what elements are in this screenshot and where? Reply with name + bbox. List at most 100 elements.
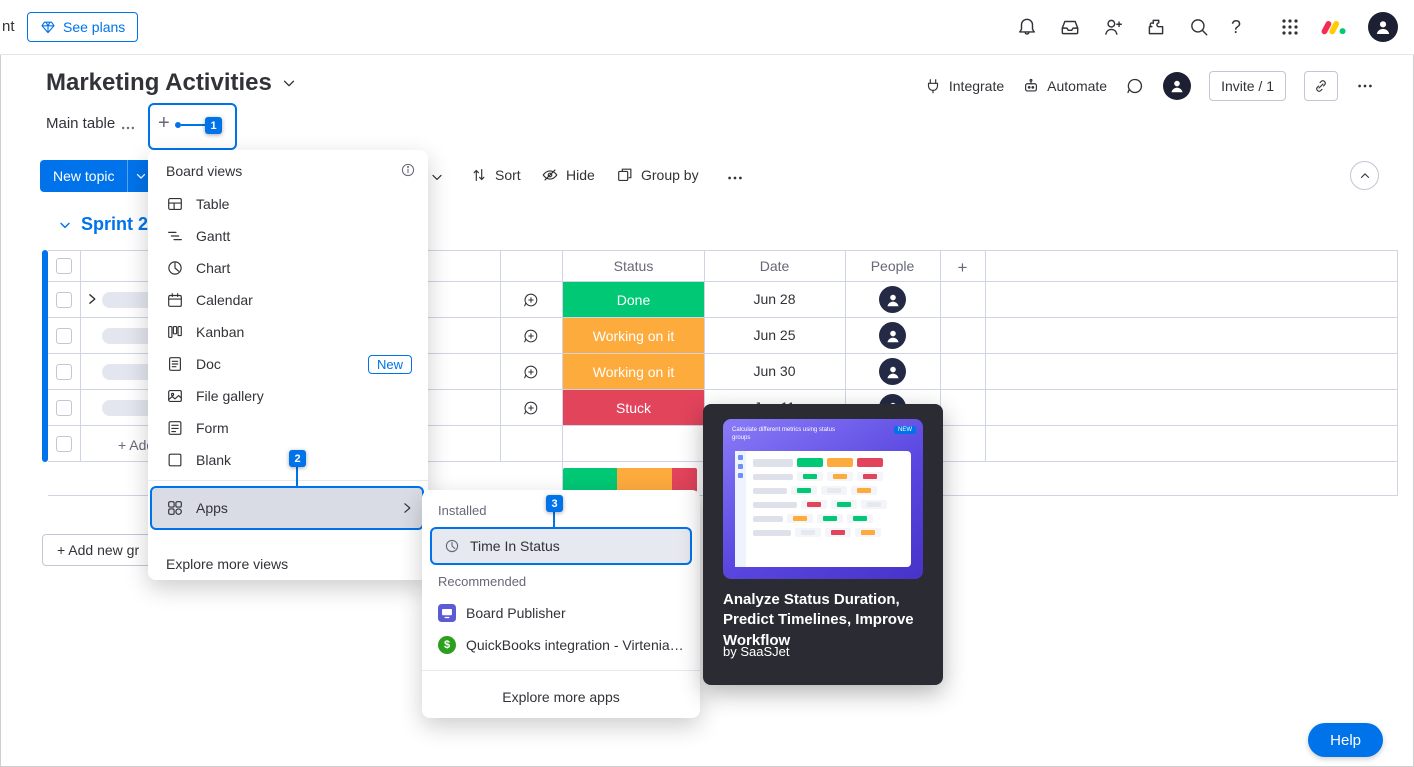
person-avatar[interactable] [879,286,906,313]
topbar-icons: ? [1016,0,1398,54]
add-update-bubble-icon[interactable] [522,291,540,309]
group-collapse-chevron-icon[interactable] [57,217,73,233]
search-icon[interactable] [1188,16,1210,38]
add-view-tab-button[interactable]: + [158,112,170,135]
select-all-checkbox[interactable] [56,258,72,274]
add-update-bubble-icon[interactable] [522,399,540,417]
menu-item-label: Form [196,420,229,436]
menu-item-quickbooks[interactable]: $ QuickBooks integration - Virtenia… [438,630,684,660]
info-icon[interactable] [400,162,416,178]
toolbar-ellipsis-icon[interactable] [726,169,744,187]
marketplace-puzzle-icon[interactable] [1145,16,1167,38]
menu-item-apps[interactable]: Apps [148,492,428,524]
automate-button[interactable]: Automate [1022,77,1107,95]
date-cell[interactable]: Jun 25 [704,327,845,343]
person-avatar[interactable] [879,322,906,349]
group-by-button[interactable]: Group by [616,166,699,184]
chevron-down-icon [280,74,298,92]
invite-button[interactable]: Invite / 1 [1209,71,1286,101]
column-header-people[interactable]: People [845,258,940,274]
row-checkbox[interactable] [56,328,72,344]
add-row-checkbox [56,436,72,452]
app-preview-new-badge: NEW [894,426,916,434]
integrate-button[interactable]: Integrate [924,77,1004,95]
menu-item-table[interactable]: Table [148,188,428,220]
menu-item-doc[interactable]: Doc New [148,348,428,380]
status-cell[interactable]: Done [563,282,704,317]
board-chat-icon[interactable] [1125,76,1145,96]
menu-item-board-publisher[interactable]: Board Publisher [438,598,566,628]
status-summary-bar[interactable] [563,468,697,492]
board-views-menu: Board views Table Gantt Chart Calendar K… [148,150,428,580]
menu-item-label: File gallery [196,388,264,404]
date-cell[interactable]: Jun 30 [704,363,845,379]
table-view-icon [166,195,184,213]
app-window: nt See plans ? [0,0,1414,767]
menu-item-gantt[interactable]: Gantt [148,220,428,252]
automate-robot-icon [1022,77,1040,95]
help-question-icon[interactable]: ? [1231,17,1241,38]
filter-chevron-icon[interactable] [429,169,445,185]
status-cell[interactable]: Stuck [563,390,704,425]
menu-item-label: Board Publisher [466,605,566,621]
tab-menu-ellipsis-icon[interactable] [120,120,136,136]
menu-item-label: Chart [196,260,230,276]
menu-divider [148,480,428,481]
row-checkbox[interactable] [56,364,72,380]
explore-more-apps-label: Explore more apps [502,689,620,705]
menu-item-file-gallery[interactable]: File gallery [148,380,428,412]
add-update-bubble-icon[interactable] [522,363,540,381]
table-grid-line [500,250,501,461]
add-update-bubble-icon[interactable] [522,327,540,345]
integrate-label: Integrate [949,78,1004,94]
sort-button[interactable]: Sort [470,166,521,184]
collapse-header-button[interactable] [1350,161,1379,190]
date-cell[interactable]: Jun 28 [704,291,845,307]
top-bar: nt See plans ? [0,0,1414,55]
doc-view-icon [166,355,184,373]
person-avatar[interactable] [879,358,906,385]
menu-item-time-in-status[interactable]: Time In Status [430,527,692,565]
file-gallery-view-icon [166,387,184,405]
tab-main-table[interactable]: Main table [46,115,115,132]
row-checkbox[interactable] [56,400,72,416]
product-switcher-grid-icon[interactable] [1280,17,1300,37]
sort-label: Sort [495,167,521,183]
status-cell[interactable]: Working on it [563,354,704,389]
new-topic-button[interactable]: New topic [40,160,154,192]
board-title[interactable]: Marketing Activities [46,69,298,97]
board-menu-ellipsis-icon[interactable] [1356,77,1374,95]
eye-slash-icon [541,166,559,184]
user-avatar[interactable] [1368,12,1398,42]
apps-submenu: Installed Time In Status Recommended Boa… [422,490,700,718]
group-header[interactable]: Sprint 2 [57,214,148,235]
expand-item-chevron-icon[interactable] [85,292,99,306]
invite-members-icon[interactable] [1102,16,1124,38]
column-header-status[interactable]: Status [563,258,704,274]
menu-item-calendar[interactable]: Calendar [148,284,428,316]
menu-item-kanban[interactable]: Kanban [148,316,428,348]
menu-item-blank[interactable]: Blank [148,444,428,476]
copy-link-button[interactable] [1304,71,1338,101]
menu-item-label: Gantt [196,228,230,244]
status-cell[interactable]: Working on it [563,318,704,353]
sort-arrows-icon [470,166,488,184]
add-new-group-button[interactable]: + Add new gr [42,534,154,566]
menu-item-chart[interactable]: Chart [148,252,428,284]
board-owner-avatar[interactable] [1163,72,1191,100]
hide-button[interactable]: Hide [541,166,595,184]
inbox-icon[interactable] [1059,16,1081,38]
help-button[interactable]: Help [1308,723,1383,757]
add-column-button[interactable]: + [940,258,985,278]
notifications-bell-icon[interactable] [1016,16,1038,38]
menu-item-form[interactable]: Form [148,412,428,444]
see-plans-button[interactable]: See plans [27,12,138,42]
column-header-date[interactable]: Date [704,258,845,274]
explore-more-views-label: Explore more views [166,556,288,572]
app-card-author: by SaaSJet [723,644,790,659]
app-preview-table-mock [735,451,911,567]
explore-more-views-link[interactable]: Explore more views [148,548,428,580]
row-checkbox[interactable] [56,292,72,308]
menu-item-label: Time In Status [470,538,560,554]
explore-more-apps-link[interactable]: Explore more apps [422,680,700,714]
